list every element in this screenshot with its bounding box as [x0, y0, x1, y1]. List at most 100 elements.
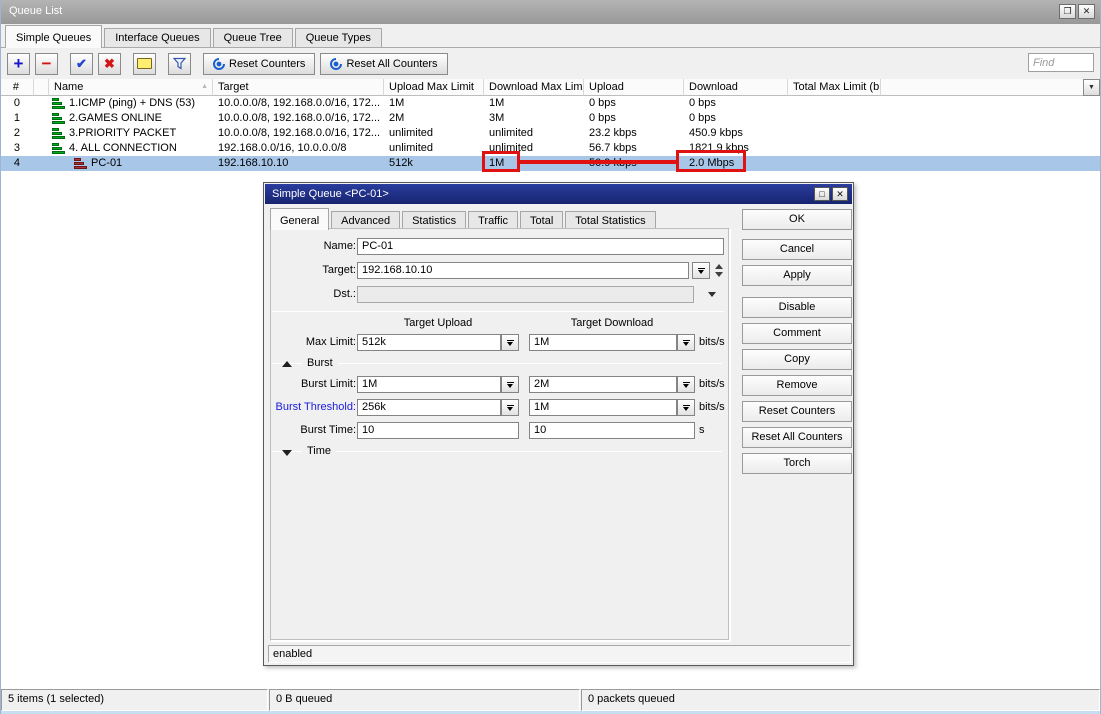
column-header-download-max-limit[interactable]: Download Max Limit [484, 79, 584, 96]
max-limit-upload-drop-button[interactable] [501, 334, 519, 351]
name-input[interactable]: PC-01 [357, 238, 724, 255]
row-total-max [788, 126, 881, 141]
column-header-upload[interactable]: Upload [584, 79, 684, 96]
row-target: 10.0.0.0/8, 192.168.0.0/16, 172... [213, 96, 384, 111]
max-limit-upload-input[interactable]: 512k [357, 334, 501, 351]
add-button[interactable]: + [7, 53, 30, 75]
restore-icon[interactable]: ❐ [1059, 4, 1076, 19]
reset-all-counters-button[interactable]: Reset All Counters [742, 427, 852, 448]
torch-button[interactable]: Torch [742, 453, 852, 474]
disable-button[interactable]: ✖ [98, 53, 121, 75]
column-header-target[interactable]: Target [213, 79, 384, 96]
close-icon[interactable]: ✕ [832, 187, 848, 201]
row-number: 2 [1, 126, 34, 141]
row-name-cell: 2.GAMES ONLINE [49, 111, 213, 126]
dst-dropdown-icon[interactable] [708, 292, 716, 297]
dst-input[interactable] [357, 286, 694, 303]
table-row[interactable]: 2 3.PRIORITY PACKET 10.0.0.0/8, 192.168.… [1, 126, 1100, 141]
ok-button[interactable]: OK [742, 209, 852, 230]
tab-advanced[interactable]: Advanced [331, 211, 400, 229]
target-label: Target: [268, 264, 356, 276]
max-limit-download-input[interactable]: 1M [529, 334, 677, 351]
max-limit-label: Max Limit: [268, 336, 356, 348]
burst-threshold-download-drop-button[interactable] [677, 399, 695, 416]
table-row[interactable]: 3 4. ALL CONNECTION 192.168.0.0/16, 10.0… [1, 141, 1100, 156]
window-controls: ❐ ✕ [1059, 4, 1095, 19]
reset-all-counters-label: Reset All Counters [346, 58, 437, 70]
column-header-name[interactable]: Name▲ [49, 79, 213, 96]
tab-queue-tree[interactable]: Queue Tree [213, 28, 293, 47]
target-add-remove-spinner[interactable] [714, 262, 725, 279]
tab-queue-types[interactable]: Queue Types [295, 28, 382, 47]
enable-button[interactable]: ✔ [70, 53, 93, 75]
target-drop-button[interactable] [692, 262, 710, 279]
filter-funnel-icon [173, 57, 186, 70]
drop-icon [683, 405, 690, 411]
burst-threshold-label: Burst Threshold: [268, 401, 356, 413]
reset-counters-button[interactable]: Reset Counters [203, 53, 315, 75]
column-header-number[interactable]: # [1, 79, 34, 96]
tab-statistics[interactable]: Statistics [402, 211, 466, 229]
filter-button[interactable] [168, 53, 191, 75]
burst-limit-download-input[interactable]: 2M [529, 376, 677, 393]
tab-interface-queues[interactable]: Interface Queues [104, 28, 210, 47]
column-header-download[interactable]: Download [684, 79, 788, 96]
check-icon: ✔ [76, 56, 87, 72]
tab-simple-queues[interactable]: Simple Queues [5, 25, 102, 48]
column-header-total-max-limit[interactable]: Total Max Limit (bi... [788, 79, 881, 96]
target-input[interactable]: 192.168.10.10 [357, 262, 689, 279]
close-icon[interactable]: ✕ [1078, 4, 1095, 19]
cross-icon: ✖ [104, 56, 115, 72]
table-row[interactable]: 0 1.ICMP (ping) + DNS (53) 10.0.0.0/8, 1… [1, 96, 1100, 111]
column-header-flag[interactable] [34, 79, 49, 96]
row-download-max: 3M [484, 111, 584, 126]
column-header-filler [881, 79, 1083, 96]
tab-total[interactable]: Total [520, 211, 563, 229]
burst-limit-download-drop-button[interactable] [677, 376, 695, 393]
row-total-max [788, 141, 881, 156]
dialog-title: Simple Queue <PC-01> [272, 188, 389, 200]
max-limit-download-drop-button[interactable] [677, 334, 695, 351]
find-input[interactable] [1028, 53, 1094, 72]
queue-list-window: Queue List ❐ ✕ Simple Queues Interface Q… [0, 0, 1101, 714]
apply-button[interactable]: Apply [742, 265, 852, 286]
reset-all-counters-button[interactable]: Reset All Counters [320, 53, 447, 75]
column-header-upload-max-limit[interactable]: Upload Max Limit [384, 79, 484, 96]
burst-time-download-input[interactable]: 10 [529, 422, 695, 439]
burst-limit-upload-drop-button[interactable] [501, 376, 519, 393]
row-flag [34, 156, 49, 171]
remove-button[interactable]: − [35, 53, 58, 75]
tab-general[interactable]: General [270, 208, 329, 230]
reset-counters-button[interactable]: Reset Counters [742, 401, 852, 422]
collapse-icon [282, 361, 292, 367]
comment-button[interactable]: Comment [742, 323, 852, 344]
comment-button[interactable] [133, 53, 156, 75]
row-total-max [788, 156, 881, 171]
burst-section-label: Burst [302, 357, 338, 369]
burst-threshold-upload-drop-button[interactable] [501, 399, 519, 416]
queue-enabled-icon [52, 98, 65, 109]
toolbar: + − ✔ ✖ Reset Counters Reset All Counter… [1, 48, 1100, 79]
copy-button[interactable]: Copy [742, 349, 852, 370]
window-titlebar: Queue List ❐ ✕ [1, 0, 1100, 24]
maximize-icon[interactable]: □ [814, 187, 830, 201]
queue-tabs: Simple Queues Interface Queues Queue Tre… [1, 24, 1100, 48]
column-chooser-button[interactable]: ▼ [1083, 79, 1100, 96]
tab-traffic[interactable]: Traffic [468, 211, 518, 229]
row-upload: 0 bps [584, 96, 684, 111]
plus-icon: + [14, 54, 24, 74]
disable-button[interactable]: Disable [742, 297, 852, 318]
burst-limit-upload-input[interactable]: 1M [357, 376, 501, 393]
dst-label: Dst.: [268, 288, 356, 300]
burst-threshold-download-input[interactable]: 1M [529, 399, 677, 416]
tab-total-statistics[interactable]: Total Statistics [565, 211, 655, 229]
remove-button[interactable]: Remove [742, 375, 852, 396]
cancel-button[interactable]: Cancel [742, 239, 852, 260]
comment-note-icon [137, 58, 152, 69]
time-section-header[interactable]: Time [272, 446, 722, 458]
burst-section-header[interactable]: Burst [272, 358, 722, 370]
burst-threshold-upload-input[interactable]: 256k [357, 399, 501, 416]
table-row[interactable]: 1 2.GAMES ONLINE 10.0.0.0/8, 192.168.0.0… [1, 111, 1100, 126]
burst-time-upload-input[interactable]: 10 [357, 422, 519, 439]
row-total-max [788, 96, 881, 111]
